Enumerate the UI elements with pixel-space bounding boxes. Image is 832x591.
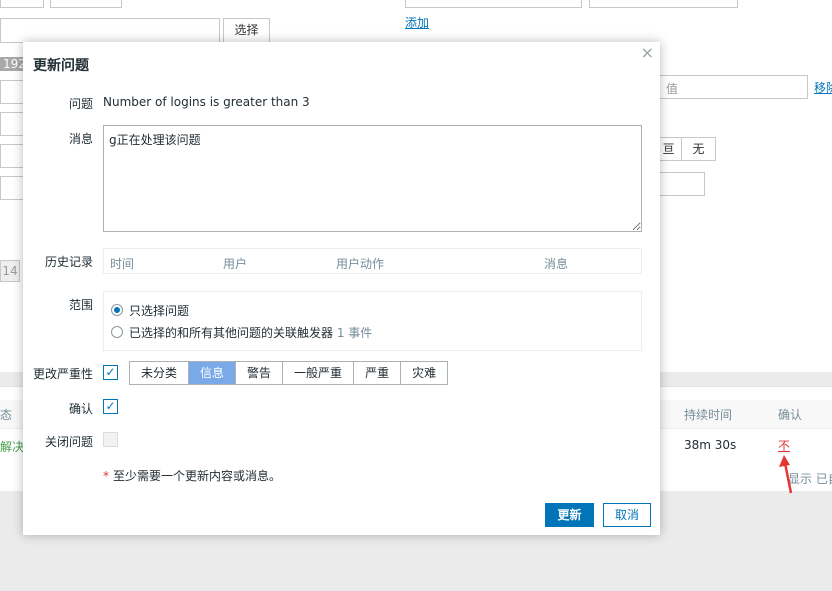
scope-radio-selected-problem[interactable] <box>111 304 123 316</box>
severity-selector: 未分类 信息 警告 一般严重 严重 灾难 <box>129 361 449 385</box>
history-col-user: 用户 <box>223 257 248 271</box>
problem-label: 问题 <box>68 97 93 111</box>
severity-warning[interactable]: 警告 <box>236 362 284 384</box>
scope-event-count: 1 事件 <box>336 326 373 340</box>
scope-option-1-label[interactable]: 只选择问题 <box>129 302 189 319</box>
severity-high[interactable]: 严重 <box>354 362 402 384</box>
acknowledge-label: 确认 <box>68 402 93 416</box>
dialog-title: 更新问题 <box>33 58 89 74</box>
required-star: * <box>103 469 109 483</box>
severity-information[interactable]: 信息 <box>189 362 237 384</box>
close-problem-checkbox <box>103 432 118 447</box>
modal-overlay: 更新问题 × 问题 Number of logins is greater th… <box>0 0 832 591</box>
close-icon[interactable]: × <box>641 43 654 62</box>
update-button[interactable]: 更新 <box>545 503 594 527</box>
severity-not-classified[interactable]: 未分类 <box>130 362 190 384</box>
close-problem-label: 关闭问题 <box>44 435 93 449</box>
problem-value: Number of logins is greater than 3 <box>103 95 310 109</box>
change-severity-label: 更改严重性 <box>32 367 93 381</box>
message-label: 消息 <box>68 132 93 146</box>
severity-average[interactable]: 一般严重 <box>283 362 355 384</box>
cancel-button[interactable]: 取消 <box>603 503 651 527</box>
history-table: 时间 用户 用户动作 消息 <box>103 248 642 274</box>
scope-option-2-text: 已选择的和所有其他问题的关联触发器 <box>129 326 334 340</box>
history-col-time: 时间 <box>110 257 135 271</box>
severity-disaster[interactable]: 灾难 <box>401 362 448 384</box>
change-severity-checkbox[interactable]: ✓ <box>103 365 118 380</box>
history-label: 历史记录 <box>44 255 93 269</box>
scope-radio-all-related[interactable] <box>111 326 123 338</box>
update-problem-dialog: 更新问题 × 问题 Number of logins is greater th… <box>23 42 660 535</box>
scope-label: 范围 <box>68 298 93 312</box>
acknowledge-checkbox[interactable]: ✓ <box>103 399 118 414</box>
required-note-text: 至少需要一个更新内容或消息。 <box>113 469 282 483</box>
message-textarea[interactable]: g正在处理该问题 <box>103 125 642 232</box>
history-col-action: 用户动作 <box>336 257 385 271</box>
scope-options: 只选择问题 已选择的和所有其他问题的关联触发器 1 事件 <box>103 291 642 351</box>
history-col-message: 消息 <box>544 257 569 271</box>
required-note: * 至少需要一个更新内容或消息。 <box>103 467 281 484</box>
scope-option-2-label[interactable]: 已选择的和所有其他问题的关联触发器 1 事件 <box>129 324 372 341</box>
